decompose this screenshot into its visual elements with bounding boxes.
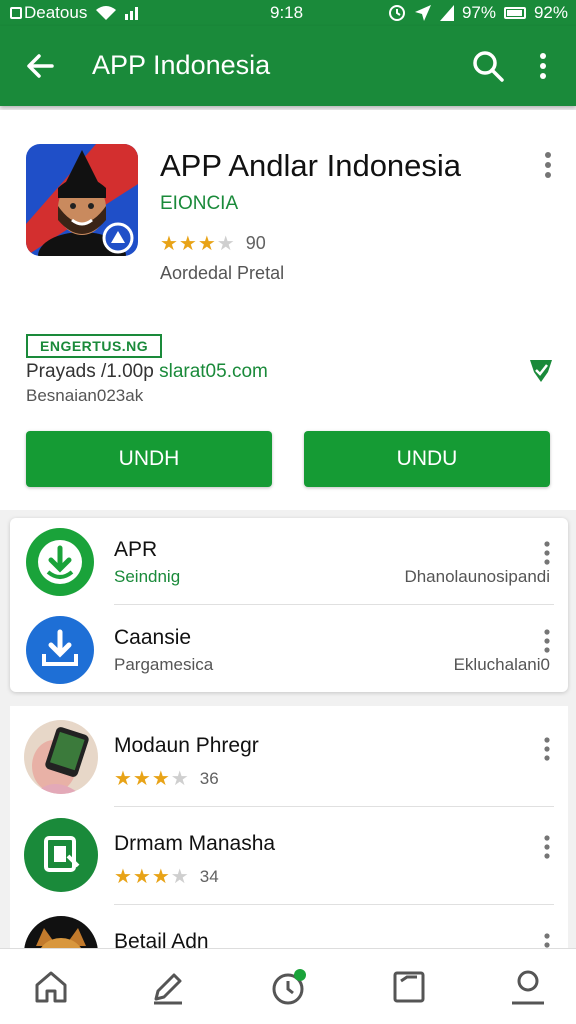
open-button[interactable]: UNDU: [304, 431, 550, 487]
rating-count: 34: [199, 866, 219, 886]
status-time: 9:18: [270, 3, 304, 22]
more-vert-icon[interactable]: [540, 834, 554, 860]
carrier: Deatous: [10, 3, 87, 23]
download-meta: Ekluchalani0: [453, 655, 550, 674]
signal-strength-icon: [439, 5, 454, 21]
shield-icon: [530, 360, 552, 382]
status-left: Deatous: [10, 3, 141, 23]
battery-icon: [503, 7, 526, 19]
edit-icon[interactable]: [148, 967, 188, 1007]
status-bar: Deatous 9:18 97% 92%: [0, 0, 576, 26]
home-icon[interactable]: [31, 967, 71, 1007]
clock-icon[interactable]: [268, 967, 308, 1007]
carrier-label: Deatous: [24, 3, 88, 22]
document-avatar-icon: [24, 818, 98, 892]
similar-apps-card: Modaun Phregr ★★★★ 36 Drmam Manasha ★★★★…: [10, 706, 568, 956]
list-item[interactable]: APR Seindnig Dhanolaunosipandi: [10, 518, 568, 604]
more-vert-icon[interactable]: [540, 736, 554, 762]
app-detail-card: APP Andlar Indonesia EIONCIA ★★★★ 90 Aor…: [0, 110, 576, 510]
wifi-icon: [96, 6, 117, 20]
rating-row: ★★★★ 90: [160, 231, 266, 256]
download-shield-icon: [26, 528, 94, 596]
more-vert-icon[interactable]: [540, 628, 554, 654]
rating-row: ★★★★ 36: [114, 766, 219, 791]
install-button[interactable]: UNDH: [26, 431, 272, 487]
library-icon[interactable]: [389, 967, 429, 1007]
alarm-icon: [388, 5, 405, 21]
download-title: APR: [114, 538, 158, 561]
list-item[interactable]: Drmam Manasha ★★★★ 34: [10, 804, 568, 900]
rating-row: ★★★★ 34: [114, 864, 219, 889]
list-item[interactable]: Modaun Phregr ★★★★ 36: [10, 706, 568, 802]
status-right: 97% 92%: [388, 3, 568, 23]
app-name: APP Andlar Indonesia: [160, 148, 462, 183]
more-vert-icon[interactable]: [528, 48, 558, 84]
download-meta: Dhanolaunosipandi: [404, 567, 550, 586]
download-subtitle: Pargamesica: [114, 655, 214, 674]
rating-count: 36: [199, 768, 219, 788]
similar-app-name: Modaun Phregr: [114, 734, 259, 757]
list-item[interactable]: Caansie Pargamesica Ekluchalani0: [10, 606, 568, 692]
location-icon: [414, 5, 431, 21]
download-subtitle: Seindnig: [114, 567, 181, 586]
battery-percent-b: 92%: [533, 3, 568, 22]
carrier-icon: [10, 7, 22, 19]
info-line: Prayads /1.00p slarat05.com: [26, 361, 268, 383]
arrow-back-icon[interactable]: [22, 48, 58, 84]
rating-count: 90: [245, 233, 266, 253]
more-vert-icon[interactable]: [538, 150, 558, 180]
app-bar-title: APP Indonesia: [92, 50, 271, 80]
content-rating: Aordedal Pretal: [160, 263, 285, 283]
website-link[interactable]: slarat05.com: [159, 361, 268, 382]
category-badge: ENGERTUS.NG: [26, 334, 163, 358]
search-icon[interactable]: [470, 48, 506, 84]
signal-icon: [125, 7, 139, 20]
more-vert-icon[interactable]: [540, 540, 554, 566]
info-line-secondary: Besnaian023ak: [26, 386, 144, 405]
divider: [114, 604, 554, 605]
similar-app-name: Drmam Manasha: [114, 832, 276, 855]
rating-stars: ★★★★: [114, 866, 190, 888]
info-prefix: Prayads /1.00p: [26, 361, 160, 382]
rating-stars: ★★★★: [160, 233, 236, 255]
rating-stars: ★★★★: [114, 768, 190, 790]
account-icon[interactable]: [508, 967, 548, 1007]
download-tray-icon: [26, 616, 94, 684]
app-icon[interactable]: [26, 144, 138, 256]
battery-percent-a: 97%: [461, 3, 496, 22]
app-bar: APP Indonesia: [0, 26, 576, 106]
downloads-card: APR Seindnig Dhanolaunosipandi Caansie P…: [10, 518, 568, 692]
bottom-navigation: [0, 948, 576, 1024]
download-title: Caansie: [114, 626, 192, 649]
phone-avatar-icon: [24, 720, 98, 794]
developer-name[interactable]: EIONCIA: [160, 193, 238, 215]
